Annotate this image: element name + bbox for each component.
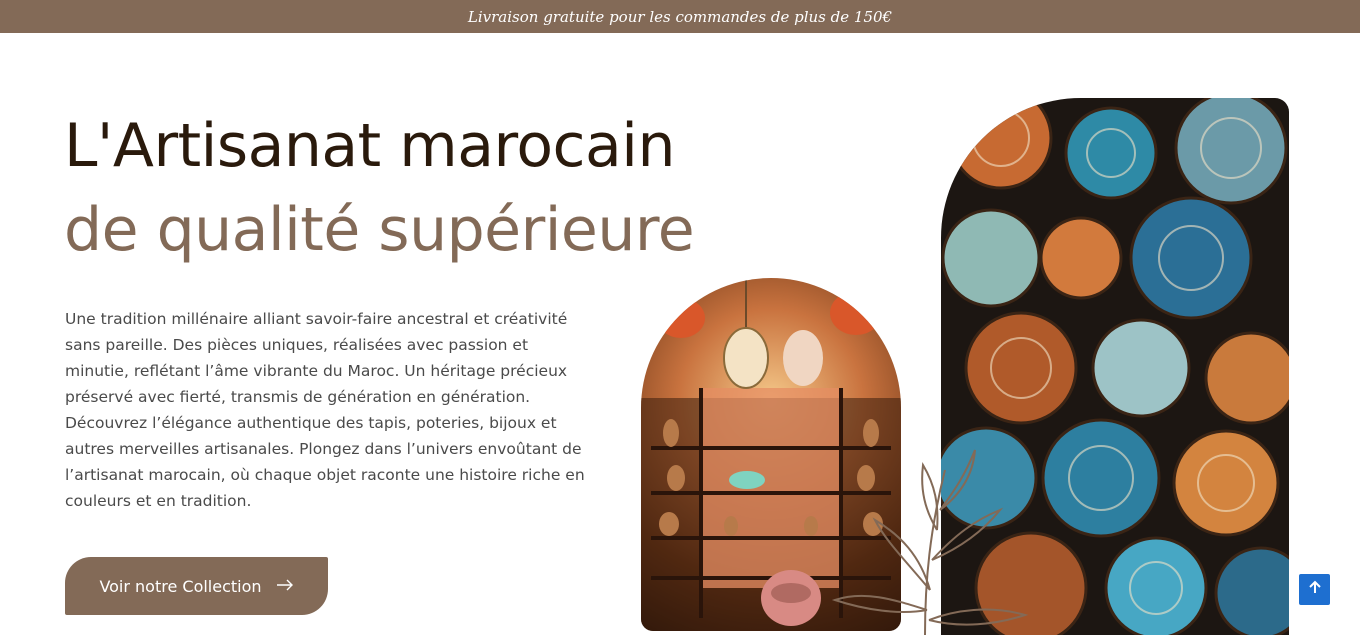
scroll-to-top-button[interactable] (1299, 574, 1330, 605)
hero-title-line1: L'Artisanat marocain (64, 111, 675, 181)
view-collection-button[interactable]: Voir notre Collection (65, 557, 328, 615)
view-collection-label: Voir notre Collection (99, 576, 262, 596)
leaf-branch-icon (815, 440, 1035, 635)
chevron-up-icon (1307, 579, 1323, 600)
hero-description: Une tradition millénaire alliant savoir-… (65, 310, 585, 510)
hero-title-line2: de qualité supérieure (64, 195, 695, 265)
announcement-bar: Livraison gratuite pour les commandes de… (0, 0, 1360, 33)
announcement-text: Livraison gratuite pour les commandes de… (467, 7, 893, 26)
hero-title: L'Artisanat marocain de qualité supérieu… (64, 104, 695, 272)
arrow-right-icon (276, 577, 294, 595)
